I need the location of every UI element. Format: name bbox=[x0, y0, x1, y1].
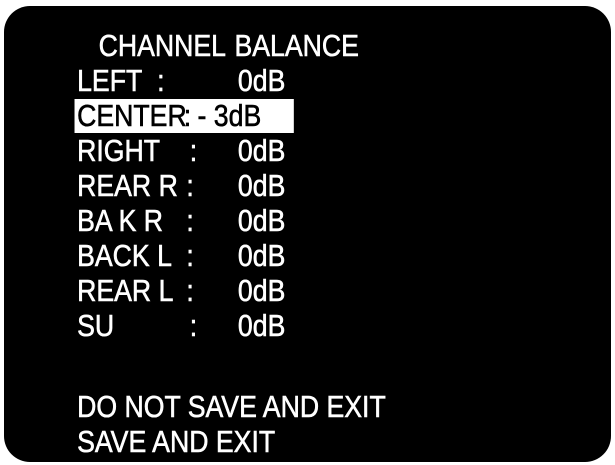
osd-screen: CHANNEL BALANCE LEFT : 0dB CENTER : - 3d… bbox=[4, 6, 611, 462]
channel-label: CENTER bbox=[77, 98, 187, 134]
channel-separator: : bbox=[186, 238, 194, 274]
channel-label: RIGHT bbox=[77, 133, 161, 169]
channel-row-back-r[interactable]: BA K R : 0dB bbox=[4, 203, 611, 239]
channel-row-rear-r[interactable]: REAR R : 0dB bbox=[4, 168, 611, 204]
channel-separator: : bbox=[186, 273, 194, 309]
save-and-exit-item[interactable]: SAVE AND EXIT bbox=[77, 424, 276, 460]
channel-separator: : bbox=[186, 168, 194, 204]
channel-label: REAR L bbox=[77, 273, 174, 309]
channel-label: BA K R bbox=[77, 203, 164, 239]
channel-row-center[interactable]: CENTER : - 3dB bbox=[4, 98, 611, 133]
channel-separator: : bbox=[189, 308, 198, 344]
channel-value: 0dB bbox=[237, 238, 286, 274]
channel-row-left[interactable]: LEFT : 0dB bbox=[4, 63, 611, 99]
channel-separator: : bbox=[183, 98, 192, 134]
channel-value: 0dB bbox=[237, 273, 286, 309]
channel-value: 0dB bbox=[237, 133, 286, 169]
channel-row-rear-l[interactable]: REAR L : 0dB bbox=[4, 273, 611, 309]
channel-value: 0dB bbox=[237, 168, 286, 204]
channel-label: LEFT bbox=[77, 63, 143, 99]
channel-row-right[interactable]: RIGHT : 0dB bbox=[4, 133, 611, 169]
channel-label: SU bbox=[77, 308, 115, 344]
channel-value: 0dB bbox=[237, 308, 286, 344]
channel-balance-menu: CHANNEL BALANCE LEFT : 0dB CENTER : - 3d… bbox=[4, 6, 611, 462]
menu-title-word-2: BALANCE bbox=[234, 28, 359, 64]
channel-separator: : bbox=[157, 63, 165, 99]
channel-value: 0dB bbox=[237, 203, 286, 239]
channel-row-back-l[interactable]: BACK L : 0dB bbox=[4, 238, 611, 274]
channel-separator: : bbox=[186, 203, 194, 239]
do-not-save-and-exit-item[interactable]: DO NOT SAVE AND EXIT bbox=[77, 389, 386, 425]
menu-title-word-1: CHANNEL bbox=[98, 28, 227, 64]
channel-label: REAR R bbox=[77, 168, 178, 204]
channel-value: 0dB bbox=[237, 63, 286, 99]
channel-value: - 3dB bbox=[197, 98, 262, 134]
channel-row-su[interactable]: SU : 0dB bbox=[4, 308, 611, 344]
channel-separator: : bbox=[189, 133, 198, 169]
channel-label: BACK L bbox=[77, 238, 172, 274]
